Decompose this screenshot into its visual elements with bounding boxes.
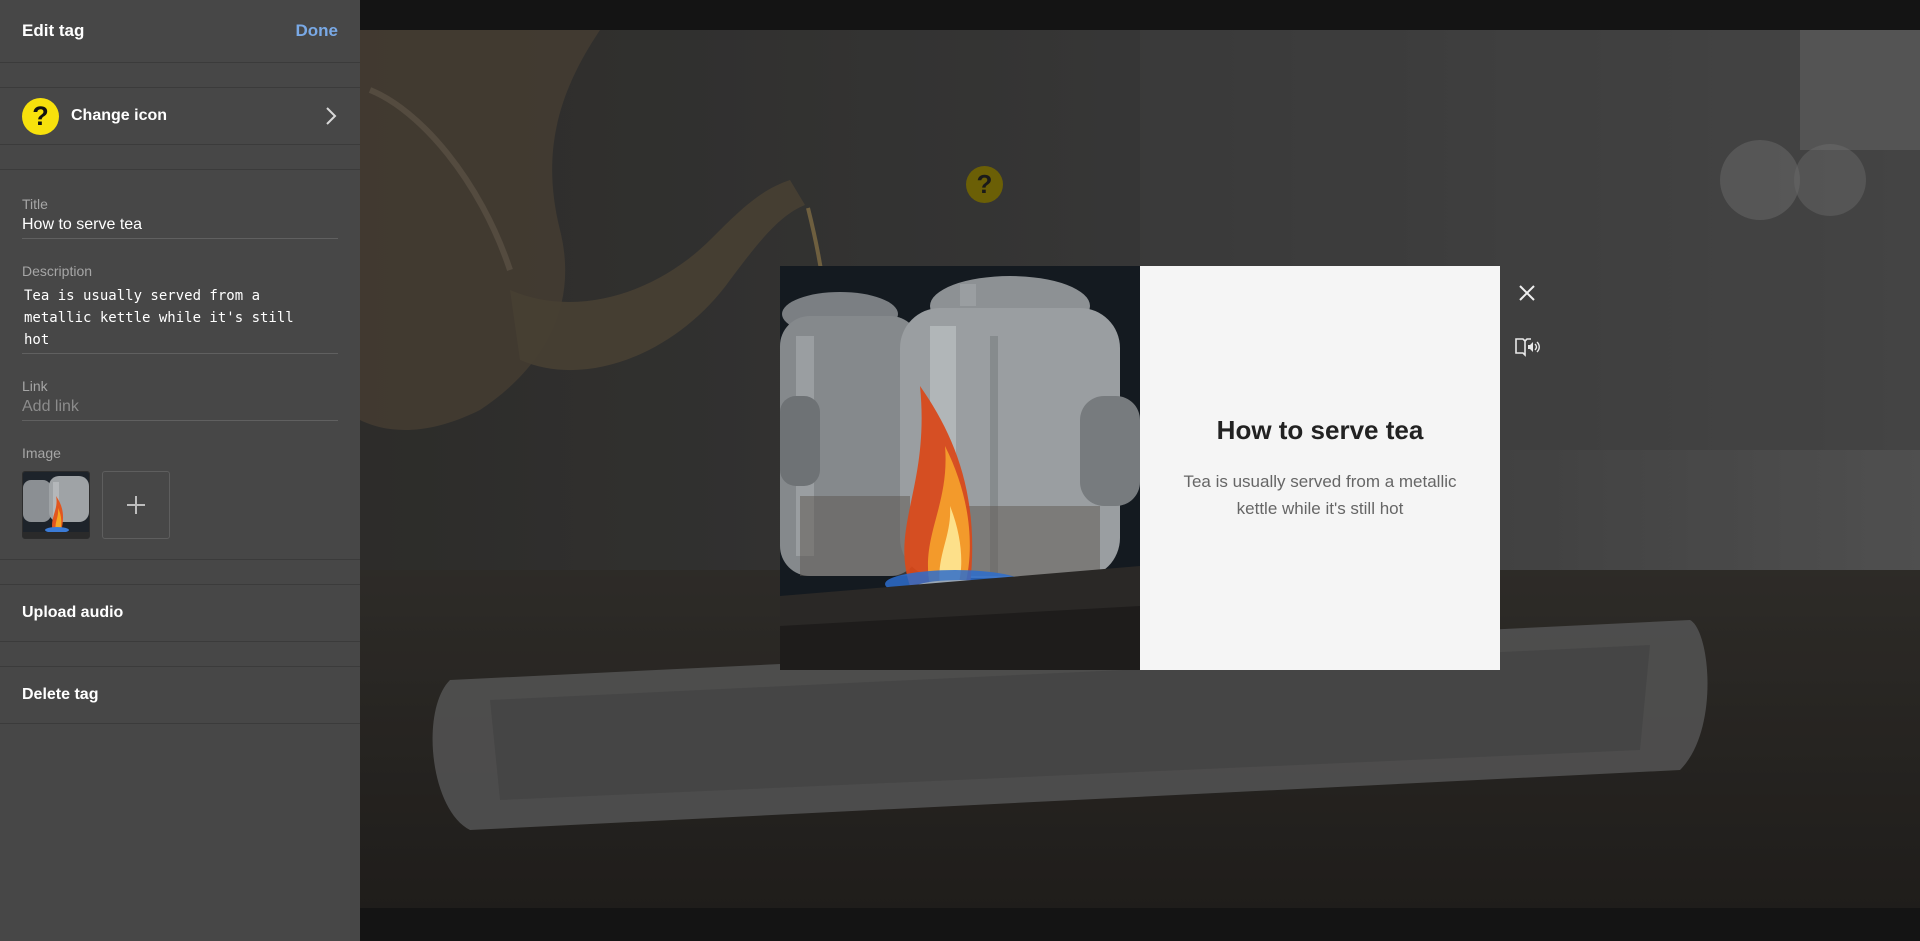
image-thumbnail[interactable]	[22, 471, 90, 539]
question-mark-icon: ?	[22, 97, 59, 135]
immersive-reader-icon	[1515, 338, 1540, 357]
modal-image	[780, 266, 1140, 670]
tag-form: Title How to serve tea Description Tea i…	[0, 196, 360, 559]
add-image-button[interactable]	[102, 471, 170, 539]
modal-text-panel: How to serve tea Tea is usually served f…	[1140, 266, 1500, 670]
immersive-reader-button[interactable]	[1512, 332, 1542, 362]
panel-title: Edit tag	[22, 21, 85, 40]
tag-preview-modal: How to serve tea Tea is usually served f…	[780, 266, 1500, 670]
delete-tag-button[interactable]: Delete tag	[0, 667, 360, 723]
upload-audio-label: Upload audio	[22, 604, 124, 621]
close-button[interactable]	[1512, 278, 1542, 308]
link-label: Link	[22, 378, 48, 394]
title-label: Title	[22, 196, 48, 212]
image-list	[22, 471, 338, 539]
done-button[interactable]: Done	[296, 21, 339, 41]
title-input[interactable]: How to serve tea	[22, 216, 338, 239]
panel-header: Edit tag Done	[0, 0, 360, 62]
change-icon-label: Change icon	[71, 107, 168, 124]
upload-audio-button[interactable]: Upload audio	[0, 585, 360, 641]
image-label: Image	[22, 445, 61, 461]
tag-marker-question-icon[interactable]: ?	[966, 166, 1003, 203]
description-textarea[interactable]: Tea is usually served from a metallic ke…	[22, 285, 338, 354]
modal-description: Tea is usually served from a metallic ke…	[1183, 471, 1457, 518]
kettle-thumbnail-image	[23, 472, 89, 538]
edit-tag-panel: Edit tag Done ? Change icon Title How to…	[0, 0, 360, 941]
kettles-on-fire-image	[780, 266, 1140, 670]
link-input[interactable]: Add link	[22, 398, 338, 421]
description-label: Description	[22, 263, 93, 279]
chevron-right-icon	[326, 107, 337, 125]
plus-icon	[127, 496, 145, 514]
delete-tag-label: Delete tag	[22, 686, 99, 703]
change-icon-button[interactable]: ? Change icon	[0, 88, 360, 144]
close-icon	[1519, 285, 1535, 301]
modal-title: How to serve tea	[1216, 414, 1424, 445]
